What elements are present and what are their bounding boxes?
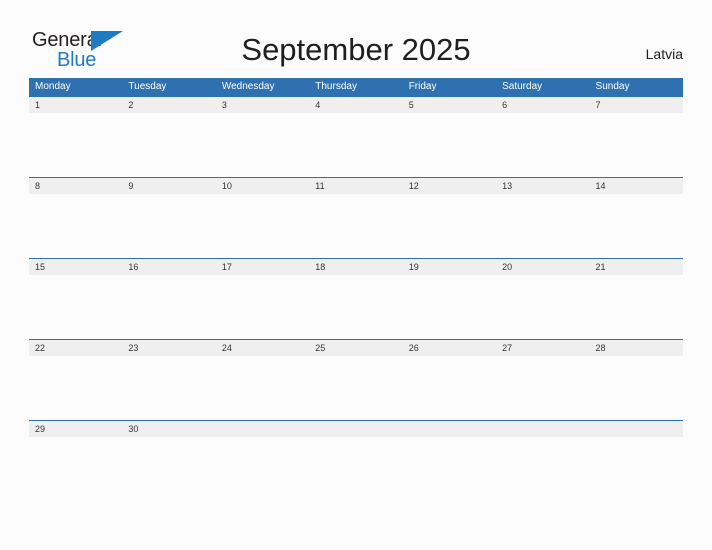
- day-cell[interactable]: [403, 113, 496, 177]
- day-number[interactable]: 8: [29, 178, 122, 194]
- day-cell[interactable]: [122, 437, 215, 501]
- day-number[interactable]: 15: [29, 259, 122, 275]
- day-cell-empty: [496, 437, 589, 501]
- day-number[interactable]: 27: [496, 340, 589, 356]
- day-number[interactable]: 23: [122, 340, 215, 356]
- day-cell[interactable]: [216, 194, 309, 258]
- calendar-week-row: 29 30: [29, 420, 683, 501]
- day-number[interactable]: 11: [309, 178, 402, 194]
- day-cell[interactable]: [309, 275, 402, 339]
- day-number[interactable]: 3: [216, 97, 309, 113]
- weekday-header-monday: Monday: [35, 81, 71, 92]
- day-cell[interactable]: [403, 194, 496, 258]
- day-cell[interactable]: [496, 194, 589, 258]
- weekday-header-sunday: Sunday: [595, 81, 630, 92]
- day-number[interactable]: 13: [496, 178, 589, 194]
- day-cell[interactable]: [496, 275, 589, 339]
- day-number-empty: [590, 421, 683, 437]
- day-cell[interactable]: [590, 194, 683, 258]
- day-number[interactable]: 12: [403, 178, 496, 194]
- weekday-header-thursday: Thursday: [315, 81, 357, 92]
- weekday-header-wednesday: Wednesday: [221, 81, 275, 92]
- country-label: Latvia: [645, 46, 683, 62]
- day-cell-empty: [216, 437, 309, 501]
- week-date-band: 15 16 17 18 19 20 21: [29, 258, 683, 275]
- day-number[interactable]: 26: [403, 340, 496, 356]
- day-cell[interactable]: [309, 113, 402, 177]
- day-number[interactable]: 17: [216, 259, 309, 275]
- day-cell[interactable]: [216, 113, 309, 177]
- day-number[interactable]: 16: [122, 259, 215, 275]
- day-cell[interactable]: [122, 356, 215, 420]
- day-number[interactable]: 28: [590, 340, 683, 356]
- day-cell[interactable]: [403, 356, 496, 420]
- day-number-empty: [309, 421, 402, 437]
- week-date-band: 1 2 3 4 5 6 7: [29, 96, 683, 113]
- day-cell[interactable]: [403, 275, 496, 339]
- week-event-area: [29, 194, 683, 258]
- calendar-week-row: 8 9 10 11 12 13 14: [29, 177, 683, 258]
- day-number[interactable]: 22: [29, 340, 122, 356]
- day-number[interactable]: 14: [590, 178, 683, 194]
- day-number[interactable]: 4: [309, 97, 402, 113]
- day-number[interactable]: 21: [590, 259, 683, 275]
- day-cell[interactable]: [29, 113, 122, 177]
- calendar-grid: Monday Tuesday Wednesday Thursday Friday…: [29, 78, 683, 501]
- weekday-header-tuesday: Tuesday: [128, 81, 167, 92]
- day-number[interactable]: 24: [216, 340, 309, 356]
- day-cell[interactable]: [590, 356, 683, 420]
- day-cell[interactable]: [496, 113, 589, 177]
- day-number-empty: [216, 421, 309, 437]
- day-number[interactable]: 7: [590, 97, 683, 113]
- day-number[interactable]: 29: [29, 421, 122, 437]
- day-cell[interactable]: [590, 113, 683, 177]
- day-number[interactable]: 10: [216, 178, 309, 194]
- day-cell[interactable]: [309, 356, 402, 420]
- calendar-weekday-header-row: Monday Tuesday Wednesday Thursday Friday…: [29, 78, 683, 96]
- day-cell-empty: [309, 437, 402, 501]
- week-date-band: 22 23 24 25 26 27 28: [29, 339, 683, 356]
- day-number[interactable]: 25: [309, 340, 402, 356]
- day-number[interactable]: 18: [309, 259, 402, 275]
- day-number-empty: [496, 421, 589, 437]
- week-event-area: [29, 356, 683, 420]
- day-cell[interactable]: [216, 275, 309, 339]
- week-event-area: [29, 113, 683, 177]
- weekday-header-saturday: Saturday: [502, 81, 543, 92]
- day-cell-empty: [590, 437, 683, 501]
- day-cell[interactable]: [496, 356, 589, 420]
- page-title: September 2025: [241, 32, 471, 67]
- day-cell[interactable]: [590, 275, 683, 339]
- week-event-area: [29, 275, 683, 339]
- day-cell[interactable]: [29, 437, 122, 501]
- day-cell[interactable]: [29, 275, 122, 339]
- calendar-week-row: 22 23 24 25 26 27 28: [29, 339, 683, 420]
- day-cell[interactable]: [29, 194, 122, 258]
- day-number[interactable]: 5: [403, 97, 496, 113]
- day-number[interactable]: 9: [122, 178, 215, 194]
- day-number[interactable]: 20: [496, 259, 589, 275]
- day-number[interactable]: 30: [122, 421, 215, 437]
- day-cell[interactable]: [216, 356, 309, 420]
- calendar-week-row: 15 16 17 18 19 20 21: [29, 258, 683, 339]
- calendar-week-row: 1 2 3 4 5 6 7: [29, 96, 683, 177]
- day-number[interactable]: 19: [403, 259, 496, 275]
- day-number[interactable]: 6: [496, 97, 589, 113]
- day-number-empty: [403, 421, 496, 437]
- day-number[interactable]: 1: [29, 97, 122, 113]
- day-cell[interactable]: [122, 275, 215, 339]
- day-cell[interactable]: [122, 194, 215, 258]
- day-number[interactable]: 2: [122, 97, 215, 113]
- day-cell[interactable]: [29, 356, 122, 420]
- day-cell-empty: [403, 437, 496, 501]
- weekday-header-friday: Friday: [408, 81, 437, 92]
- page-header: General Blue September 2025 Latvia: [0, 0, 712, 78]
- day-cell[interactable]: [309, 194, 402, 258]
- week-date-band: 8 9 10 11 12 13 14: [29, 177, 683, 194]
- week-event-area: [29, 437, 683, 501]
- day-cell[interactable]: [122, 113, 215, 177]
- week-date-band: 29 30: [29, 420, 683, 437]
